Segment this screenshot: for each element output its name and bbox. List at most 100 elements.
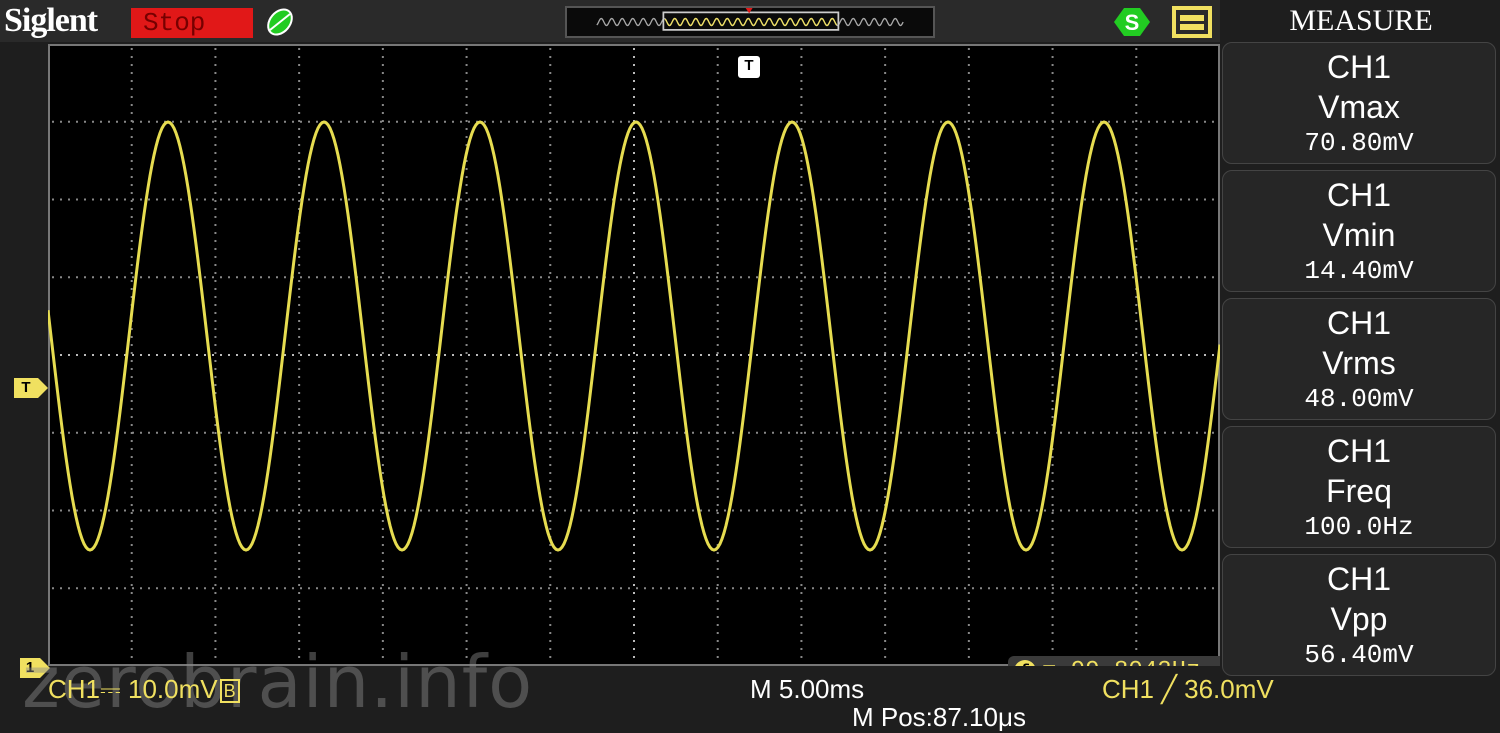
grid-dot <box>420 354 422 356</box>
grid-dot <box>465 304 468 306</box>
grid-dot <box>1132 587 1134 590</box>
waveform-display[interactable]: f= 99.8043Hz <box>48 44 1220 666</box>
grid-dot <box>130 192 133 194</box>
grid-dot <box>332 431 334 434</box>
grid-dot <box>130 472 133 474</box>
grid-dot <box>381 144 384 146</box>
grid-dot <box>884 176 887 178</box>
grid-dot <box>364 198 366 201</box>
grid-dot <box>633 640 635 642</box>
grid-dot <box>465 248 468 250</box>
grid-dot <box>484 120 486 123</box>
grid-dot <box>633 592 635 594</box>
grid-dot <box>684 354 686 356</box>
grid-dot <box>844 120 846 123</box>
grid-dot <box>884 288 887 290</box>
grid-dot <box>214 120 217 122</box>
grid-dot <box>588 276 590 279</box>
grid-dot <box>884 336 887 338</box>
measure-item-vpp[interactable]: CH1 Vpp 56.40mV <box>1222 554 1496 676</box>
grid-dot <box>764 509 766 512</box>
run-state-badge[interactable]: Stop <box>131 8 253 38</box>
grid-dot <box>332 587 334 590</box>
grid-dot <box>884 320 887 322</box>
trigger-time-marker[interactable]: T <box>738 56 760 78</box>
grid-dot <box>465 280 468 282</box>
grid-dot <box>1044 198 1046 201</box>
measure-item-vmin[interactable]: CH1 Vmin 14.40mV <box>1222 170 1496 292</box>
grid-dot <box>130 96 133 98</box>
grid-dot <box>268 587 270 590</box>
grid-dot <box>148 354 150 356</box>
ch1-scale[interactable]: CH1⎓ 10.0mV B <box>48 674 240 706</box>
grid-dot <box>967 264 970 266</box>
measure-item-vrms[interactable]: CH1 Vrms 48.00mV <box>1222 298 1496 420</box>
grid-dot <box>1051 272 1054 274</box>
grid-dot <box>465 504 468 506</box>
grid-dot <box>381 416 384 418</box>
grid-dot <box>1135 640 1138 642</box>
grid-dot <box>884 624 887 626</box>
grid-dot <box>1051 648 1054 650</box>
grid-dot <box>876 276 878 279</box>
grid-dot <box>396 198 398 201</box>
grid-dot <box>956 198 958 201</box>
grid-dot <box>549 256 552 258</box>
trigger-level-marker[interactable]: T <box>14 378 48 398</box>
grid-dot <box>633 432 635 434</box>
grid-dot <box>716 480 719 482</box>
grid-dot <box>130 80 133 82</box>
grid-dot <box>1051 312 1054 314</box>
grid-dot <box>1051 584 1054 586</box>
grid-dot <box>908 587 910 590</box>
ch1-ground-marker[interactable]: 1 <box>20 658 50 678</box>
grid-dot <box>465 336 468 338</box>
horizontal-position[interactable]: M Pos:87.10μs <box>852 702 1026 733</box>
grid-dot <box>1051 144 1054 146</box>
grid-dot <box>1051 624 1054 626</box>
grid-dot <box>300 431 302 434</box>
grid-dot <box>1052 354 1054 356</box>
grid-dot <box>468 120 470 123</box>
timebase[interactable]: M 5.00ms <box>750 674 864 705</box>
grid-dot <box>549 520 552 522</box>
grid-dot <box>214 568 217 570</box>
grid-dot <box>214 312 217 314</box>
grid-dot <box>1124 431 1126 434</box>
grid-dot <box>92 354 94 356</box>
top-status-bar: Siglent Stop S <box>0 0 1220 42</box>
grid-dot <box>549 96 552 98</box>
grid-dot <box>967 544 970 546</box>
grid-dot <box>340 587 342 590</box>
grid-dot <box>633 56 635 58</box>
grid-dot <box>967 488 970 490</box>
grid-dot <box>967 384 970 386</box>
grid-dot <box>884 600 887 602</box>
grid-dot <box>130 56 133 58</box>
measure-item-freq[interactable]: CH1 Freq 100.0Hz <box>1222 426 1496 548</box>
grid-dot <box>780 587 782 590</box>
grid-dot <box>1135 520 1138 522</box>
grid-dot <box>800 304 803 306</box>
trigger-info[interactable]: CH1 ╱ 36.0mV <box>1102 674 1274 705</box>
grid-dot <box>660 276 662 279</box>
grid-dot <box>460 198 462 201</box>
grid-dot <box>732 198 734 201</box>
grid-dot <box>444 587 446 590</box>
grid-dot <box>884 424 887 426</box>
grid-dot <box>964 198 966 201</box>
grid-dot <box>316 198 318 201</box>
grid-dot <box>396 354 398 356</box>
measure-item-vmax[interactable]: CH1 Vmax 70.80mV <box>1222 42 1496 164</box>
grid-dot <box>1135 632 1138 634</box>
grid-dot <box>836 509 838 512</box>
grid-dot <box>1004 276 1006 279</box>
grid-dot <box>633 104 635 106</box>
grid-dot <box>1135 248 1138 250</box>
grid-dot <box>204 276 206 279</box>
grid-dot <box>1135 72 1138 74</box>
grid-dot <box>804 276 806 279</box>
grid-dot <box>92 431 94 434</box>
grid-dot <box>800 232 803 234</box>
grid-dot <box>1020 276 1022 279</box>
